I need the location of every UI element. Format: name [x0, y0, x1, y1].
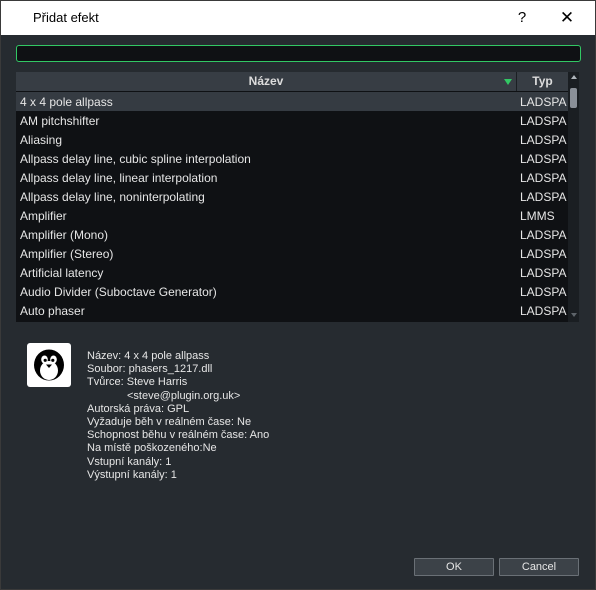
effect-name: Amplifier — [20, 209, 67, 223]
list-item[interactable]: Allpass delay line, linear interpolation… — [16, 168, 568, 187]
list-item[interactable]: AM pitchshifter LADSPA — [16, 111, 568, 130]
effect-name: 4 x 4 pole allpass — [20, 95, 113, 109]
effect-name: Auto phaser — [20, 304, 85, 318]
detail-realtime-required: Vyžaduje běh v reálném čase: Ne — [87, 415, 252, 428]
effect-type: LADSPA — [520, 304, 567, 318]
title-bar: Přidat efekt ? ✕ — [1, 1, 595, 35]
detail-file: Soubor: phasers_1217.dll — [87, 363, 213, 376]
list-rows: 4 x 4 pole allpass LADSPA AM pitchshifter L… — [16, 92, 568, 320]
effects-list: Název Typ 4 x 4 pole allpass LADSPA AM pit… — [16, 72, 579, 322]
effect-type: LADSPA — [520, 190, 567, 204]
detail-inplace-broken: Na místě poškozeného:Ne — [87, 442, 217, 455]
tux-penguin-icon — [34, 349, 64, 381]
list-item[interactable]: Aliasing LADSPA — [16, 130, 568, 149]
list-item[interactable]: Amplifier (Mono) LADSPA — [16, 225, 568, 244]
column-header-type[interactable]: Typ — [517, 72, 568, 91]
list-header: Název Typ — [16, 72, 568, 91]
effect-name: Aliasing — [20, 133, 63, 147]
list-item[interactable]: 4 x 4 pole allpass LADSPA — [16, 92, 568, 111]
effect-name: Allpass delay line, cubic spline interpo… — [20, 152, 251, 166]
effect-type: LMMS — [520, 209, 555, 223]
scroll-down-icon[interactable] — [571, 313, 577, 317]
list-item[interactable]: Allpass delay line, noninterpolating LADS… — [16, 187, 568, 206]
list-scrollbar[interactable] — [568, 72, 579, 322]
effect-type: LADSPA — [520, 171, 567, 185]
effect-type: LADSPA — [520, 228, 567, 242]
detail-input-channels: Vstupní kanály: 1 — [87, 455, 172, 468]
effect-name: AM pitchshifter — [20, 114, 100, 128]
detail-name: Název: 4 x 4 pole allpass — [87, 350, 210, 362]
ok-button[interactable]: OK — [414, 558, 494, 576]
effect-name: Artificial latency — [20, 266, 104, 280]
list-item[interactable]: Allpass delay line, cubic spline interpo… — [16, 149, 568, 168]
effect-type: LADSPA — [520, 266, 567, 280]
column-header-name[interactable]: Název — [16, 72, 517, 91]
list-item[interactable]: Auto phaser LADSPA — [16, 301, 568, 320]
effect-name: Allpass delay line, noninterpolating — [20, 190, 205, 204]
close-button[interactable]: ✕ — [555, 7, 579, 29]
effect-name: Amplifier (Mono) — [20, 228, 109, 242]
detail-output-channels: Výstupní kanály: 1 — [87, 468, 177, 481]
effect-name: Allpass delay line, linear interpolation — [20, 171, 218, 185]
effect-name: Amplifier (Stereo) — [20, 247, 114, 261]
effect-type: LADSPA — [520, 285, 567, 299]
detail-realtime-capable: Schopnost běhu v reálném čase: Ano — [87, 429, 270, 442]
effect-type: LADSPA — [520, 114, 567, 128]
sort-indicator-icon — [504, 79, 512, 85]
effect-type: LADSPA — [520, 152, 567, 166]
detail-author: Tvůrce: Steve Harris — [87, 376, 188, 389]
list-item[interactable]: Amplifier LMMS — [16, 206, 568, 225]
detail-copyright: Autorská práva: GPL — [87, 402, 190, 415]
list-item[interactable]: Artificial latency LADSPA — [16, 263, 568, 282]
plugin-icon — [27, 343, 71, 387]
effect-type: LADSPA — [520, 247, 567, 261]
list-item[interactable]: Amplifier (Stereo) LADSPA — [16, 244, 568, 263]
scrollbar-thumb[interactable] — [570, 88, 577, 108]
help-button[interactable]: ? — [511, 7, 533, 29]
plugin-details: Název: 4 x 4 pole allpass Soubor: phaser… — [87, 350, 269, 482]
detail-author-email: <steve@plugin.org.uk> — [127, 389, 241, 402]
dialog-title: Přidat efekt — [33, 10, 99, 25]
scroll-up-icon[interactable] — [571, 75, 577, 79]
cancel-button[interactable]: Cancel — [499, 558, 579, 576]
list-item[interactable]: Audio Divider (Suboctave Generator) LADSP… — [16, 282, 568, 301]
effect-name: Audio Divider (Suboctave Generator) — [20, 285, 217, 299]
effect-type: LADSPA — [520, 133, 567, 147]
search-input[interactable] — [16, 45, 581, 62]
effect-type: LADSPA — [520, 95, 567, 109]
add-effect-dialog: Přidat efekt ? ✕ Název Typ 4 x 4 pole al… — [0, 0, 596, 590]
